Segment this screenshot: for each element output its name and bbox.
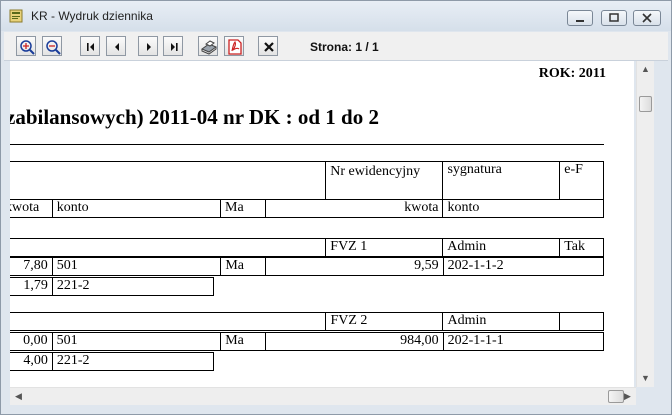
line-konto-2: 202-1-1-1 bbox=[442, 332, 605, 351]
entry-sygnatura: Admin bbox=[442, 312, 561, 331]
entry-2-line-1: 0,00 501 Ma 984,00 202-1-1-1 bbox=[10, 332, 605, 351]
entry-nr: FVZ 2 bbox=[325, 312, 444, 331]
first-page-button[interactable] bbox=[80, 36, 100, 56]
zoom-out-button[interactable] bbox=[42, 36, 62, 56]
header-sygnatura: sygnatura bbox=[442, 161, 561, 200]
next-page-icon bbox=[147, 43, 151, 51]
report-heading: zabilansowych) 2011-04 nr DK : od 1 do 2 bbox=[10, 105, 379, 129]
entry-1-line-2: 1,79 221-2 bbox=[10, 277, 215, 296]
maximize-button[interactable] bbox=[601, 10, 627, 26]
year-label: ROK: 2011 bbox=[538, 66, 606, 81]
entry-ef bbox=[559, 312, 604, 331]
next-page-button[interactable] bbox=[138, 36, 158, 56]
line-kwota-2: 984,00 bbox=[264, 332, 444, 351]
heading-rule bbox=[10, 144, 604, 145]
zoom-in-icon bbox=[20, 40, 35, 55]
maximize-icon bbox=[609, 13, 619, 22]
scroll-up-icon[interactable]: ▲ bbox=[637, 61, 654, 78]
header-blank-cell bbox=[10, 161, 327, 200]
scroll-right-icon[interactable]: ▶ bbox=[619, 388, 636, 405]
print-button[interactable] bbox=[198, 36, 218, 56]
report-page: ROK: 2011 zabilansowych) 2011-04 nr DK :… bbox=[10, 61, 634, 387]
window-close-icon bbox=[642, 13, 652, 23]
vertical-scrollbar[interactable]: ▲ ▼ bbox=[636, 61, 654, 387]
line-konto-2: 202-1-1-2 bbox=[442, 257, 605, 276]
line-konto: 221-2 bbox=[51, 352, 215, 371]
header-konto: konto bbox=[51, 199, 222, 218]
scroll-corner bbox=[636, 387, 653, 404]
first-page-icon bbox=[87, 43, 94, 51]
prev-page-button[interactable] bbox=[106, 36, 126, 56]
report-viewport[interactable]: ROK: 2011 zabilansowych) 2011-04 nr DK :… bbox=[10, 61, 634, 387]
window-title: KR - Wydruk dziennika bbox=[31, 9, 153, 23]
window-close-button[interactable] bbox=[633, 10, 661, 26]
title-bar[interactable]: KR - Wydruk dziennika bbox=[1, 1, 671, 31]
pdf-export-button[interactable] bbox=[224, 36, 244, 56]
line-konto: 501 bbox=[51, 332, 222, 351]
entry-sygnatura: Admin bbox=[442, 238, 561, 257]
entry-blank-cell bbox=[10, 238, 327, 257]
toolbar: Strona: 1 / 1 bbox=[4, 32, 668, 61]
horizontal-scrollbar[interactable]: ◀ ▶ bbox=[10, 387, 636, 405]
close-icon bbox=[264, 42, 274, 52]
entry-1-header: FVZ 1 Admin Tak bbox=[10, 238, 604, 257]
entry-ef: Tak bbox=[559, 238, 604, 257]
page-indicator: Strona: 1 / 1 bbox=[310, 40, 379, 54]
line-kwota: 7,80 bbox=[10, 257, 53, 276]
vertical-scroll-thumb[interactable] bbox=[639, 96, 652, 112]
entry-1-line-1: 7,80 501 Ma 9,59 202-1-1-2 bbox=[10, 257, 605, 276]
entry-blank-cell bbox=[10, 312, 327, 331]
minimize-icon bbox=[576, 20, 584, 22]
header-konto-2: konto bbox=[442, 199, 604, 218]
minimize-button[interactable] bbox=[567, 10, 593, 26]
scroll-down-icon[interactable]: ▼ bbox=[637, 370, 654, 387]
scroll-left-icon[interactable]: ◀ bbox=[10, 388, 27, 405]
line-kwota: 4,00 bbox=[10, 352, 53, 371]
last-page-icon bbox=[171, 43, 178, 51]
line-kwota-2: 9,59 bbox=[265, 257, 444, 276]
header-ma: Ma bbox=[220, 199, 266, 218]
line-ma: Ma bbox=[220, 257, 267, 276]
zoom-out-icon bbox=[46, 40, 61, 55]
pdf-icon bbox=[228, 39, 242, 55]
prev-page-icon bbox=[115, 43, 119, 51]
report-window: KR - Wydruk dziennika Strona: 1 / 1 ROK:… bbox=[0, 0, 672, 415]
entry-2-header: FVZ 2 Admin bbox=[10, 312, 604, 331]
line-konto: 221-2 bbox=[51, 277, 215, 296]
close-preview-button[interactable] bbox=[258, 36, 278, 56]
app-icon bbox=[9, 9, 23, 23]
last-page-button[interactable] bbox=[163, 36, 183, 56]
header-table: Nr ewidencyjny sygnatura e-F kwota konto… bbox=[10, 161, 604, 218]
header-nr-ewidencyjny: Nr ewidencyjny bbox=[325, 161, 444, 200]
line-konto: 501 bbox=[51, 257, 222, 276]
entry-2-line-2: 4,00 221-2 bbox=[10, 352, 215, 371]
header-kwota: kwota bbox=[10, 199, 53, 218]
line-kwota: 1,79 bbox=[10, 277, 53, 296]
header-kwota-2: kwota bbox=[264, 199, 444, 218]
entry-nr: FVZ 1 bbox=[325, 238, 444, 257]
zoom-in-button[interactable] bbox=[16, 36, 36, 56]
line-kwota: 0,00 bbox=[10, 332, 53, 351]
line-ma: Ma bbox=[220, 332, 266, 351]
print-icon bbox=[200, 40, 218, 55]
header-ef: e-F bbox=[559, 161, 604, 200]
